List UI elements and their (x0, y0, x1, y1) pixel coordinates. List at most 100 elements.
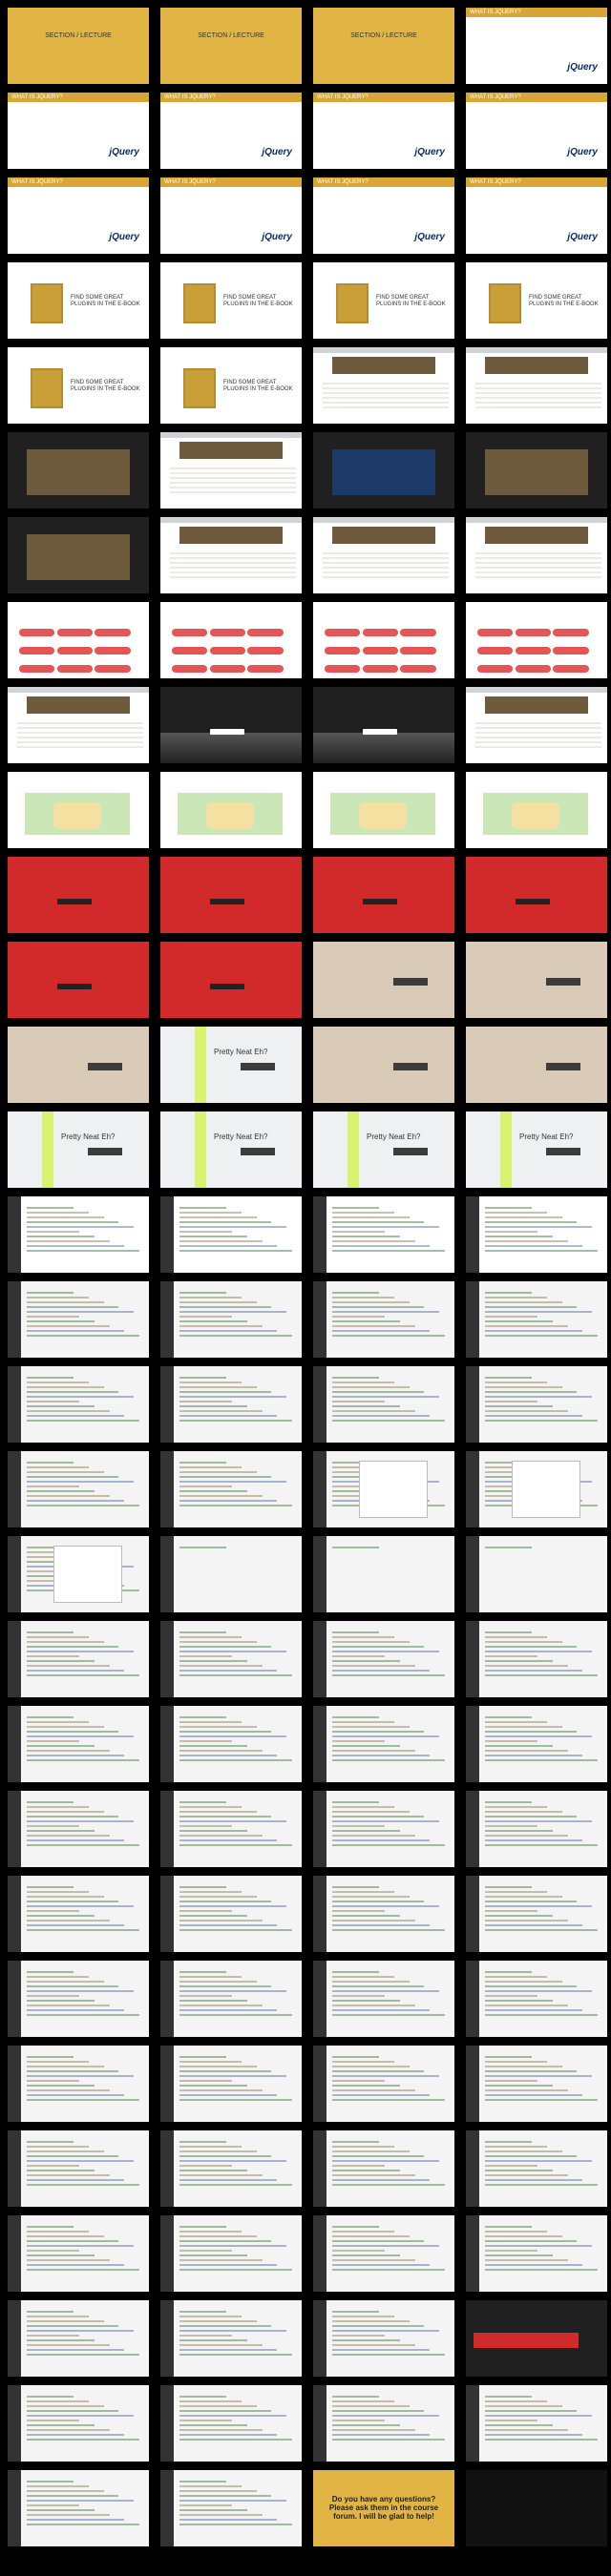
thumbnail[interactable] (160, 1876, 302, 1952)
code-area[interactable] (332, 1883, 449, 1934)
tile-item[interactable] (553, 647, 589, 654)
file-dialog[interactable] (512, 1461, 580, 1518)
cta-button[interactable] (88, 1063, 122, 1070)
tile-item[interactable] (325, 629, 361, 636)
thumbnail[interactable] (8, 2300, 149, 2377)
tile-item[interactable] (247, 647, 284, 654)
cta-button[interactable] (88, 1148, 122, 1155)
thumbnail[interactable] (313, 2385, 454, 2462)
tile-item[interactable] (325, 665, 361, 673)
tile-item[interactable] (400, 647, 436, 654)
tile-item[interactable] (325, 647, 361, 654)
thumbnail[interactable] (8, 857, 149, 933)
tile-item[interactable] (95, 629, 131, 636)
thumbnail[interactable] (466, 347, 607, 424)
code-area[interactable] (179, 1968, 296, 2019)
code-area[interactable] (27, 1289, 143, 1340)
thumbnail[interactable] (160, 687, 302, 763)
tile-item[interactable] (56, 665, 93, 673)
thumbnail[interactable] (313, 602, 454, 678)
code-area[interactable] (179, 2393, 296, 2443)
tile-item[interactable] (209, 647, 245, 654)
thumbnail[interactable] (313, 432, 454, 509)
code-area[interactable] (27, 1714, 143, 1764)
map-view[interactable] (483, 793, 588, 835)
thumbnail[interactable] (466, 1621, 607, 1697)
cta-button[interactable] (393, 978, 428, 986)
thumbnail[interactable] (160, 1281, 302, 1358)
file-dialog[interactable] (53, 1546, 122, 1603)
thumbnail[interactable] (160, 857, 302, 933)
thumbnail[interactable] (160, 1451, 302, 1527)
cta-button[interactable] (546, 978, 580, 986)
code-area[interactable] (332, 1629, 449, 1679)
tile-item[interactable] (19, 665, 55, 673)
tile-item[interactable] (19, 647, 55, 654)
thumbnail[interactable] (8, 1536, 149, 1612)
thumbnail[interactable] (313, 687, 454, 763)
thumbnail[interactable] (466, 1876, 607, 1952)
cta-button[interactable] (241, 1063, 275, 1070)
thumbnail[interactable] (160, 1366, 302, 1443)
tile-item[interactable] (19, 629, 55, 636)
thumbnail[interactable] (313, 857, 454, 933)
tile-item[interactable] (400, 629, 436, 636)
code-area[interactable] (179, 1883, 296, 1934)
code-area[interactable] (179, 2223, 296, 2274)
code-area[interactable] (179, 1544, 296, 1551)
thumbnail[interactable] (313, 1281, 454, 1358)
tile-item[interactable] (172, 629, 208, 636)
thumbnail[interactable] (313, 2130, 454, 2207)
gallery-image[interactable] (332, 449, 435, 495)
tile-item[interactable] (400, 665, 436, 673)
code-area[interactable] (179, 2308, 296, 2358)
thumbnail[interactable] (8, 2215, 149, 2292)
thumbnail[interactable] (8, 602, 149, 678)
tile-item[interactable] (515, 647, 551, 654)
thumbnail[interactable] (8, 772, 149, 848)
code-area[interactable] (485, 2053, 601, 2104)
thumbnail[interactable]: Pretty Neat Eh? (313, 1111, 454, 1188)
code-area[interactable] (332, 1798, 449, 1849)
thumbnail[interactable] (466, 2046, 607, 2122)
thumbnail[interactable]: WHAT IS JQUERY? jQuery (8, 177, 149, 254)
thumbnail[interactable] (8, 1027, 149, 1103)
thumbnail[interactable] (8, 1621, 149, 1697)
tile-item[interactable] (56, 629, 93, 636)
code-area[interactable] (179, 2478, 296, 2528)
thumbnail[interactable] (8, 2385, 149, 2462)
thumbnail[interactable] (8, 942, 149, 1018)
thumbnail[interactable] (466, 2470, 607, 2546)
thumbnail[interactable] (8, 1451, 149, 1527)
tile-item[interactable] (172, 665, 208, 673)
code-area[interactable] (179, 1798, 296, 1849)
thumbnail[interactable] (8, 2130, 149, 2207)
thumbnail[interactable]: Pretty Neat Eh? (160, 1027, 302, 1103)
tile-item[interactable] (362, 647, 398, 654)
code-area[interactable] (27, 1883, 143, 1934)
thumbnail[interactable] (313, 1876, 454, 1952)
code-area[interactable] (332, 1204, 449, 1255)
code-area[interactable] (27, 2478, 143, 2528)
form-button[interactable] (363, 899, 397, 904)
thumbnail[interactable] (466, 602, 607, 678)
thumbnail[interactable] (313, 1451, 454, 1527)
thumbnail[interactable] (160, 1536, 302, 1612)
code-area[interactable] (485, 2223, 601, 2274)
code-area[interactable] (27, 1374, 143, 1424)
thumbnail[interactable] (313, 1961, 454, 2037)
code-area[interactable] (485, 1374, 601, 1424)
thumbnail[interactable] (160, 432, 302, 509)
thumbnail[interactable] (313, 2300, 454, 2377)
thumbnail[interactable] (8, 517, 149, 593)
cta-button[interactable] (393, 1148, 428, 1155)
thumbnail[interactable] (466, 1791, 607, 1867)
thumbnail[interactable] (466, 942, 607, 1018)
thumbnail[interactable] (8, 432, 149, 509)
thumbnail[interactable] (466, 432, 607, 509)
code-area[interactable] (179, 2138, 296, 2189)
thumbnail[interactable]: Do you have any questions? Please ask th… (313, 2470, 454, 2546)
thumbnail[interactable] (160, 2215, 302, 2292)
thumbnail[interactable] (160, 2300, 302, 2377)
code-area[interactable] (332, 2223, 449, 2274)
